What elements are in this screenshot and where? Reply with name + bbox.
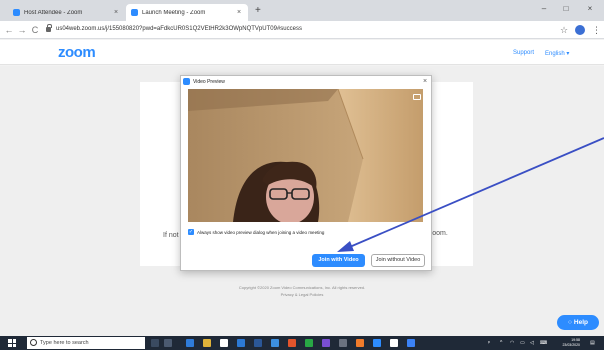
new-tab-icon[interactable]: +: [255, 4, 261, 17]
chrome-active-icon[interactable]: [407, 339, 415, 347]
maximize-icon[interactable]: □: [558, 3, 574, 15]
notifications-icon[interactable]: ▤: [590, 340, 595, 346]
mail-icon[interactable]: [237, 339, 245, 347]
video-preview: [188, 89, 423, 222]
clock-date[interactable]: 23/03/2020: [556, 343, 580, 347]
chrome-icon[interactable]: [305, 339, 313, 347]
taskbar-search-input[interactable]: Type here to search: [27, 337, 145, 349]
always-show-preview-checkbox[interactable]: ✓: [188, 229, 194, 235]
zoom-favicon-icon: [131, 9, 138, 16]
screen: Host Attendee - Zoom × Launch Meeting - …: [0, 0, 604, 350]
browser-tab-strip: Host Attendee - Zoom × Launch Meeting - …: [0, 0, 604, 21]
zoom-app-icon: [183, 78, 190, 85]
help-bubble-icon: ○: [567, 319, 572, 326]
zoom-favicon-icon: [13, 9, 20, 16]
microphone-icon[interactable]: [151, 339, 159, 347]
dialog-title: Video Preview: [193, 79, 225, 85]
edge-browser-icon[interactable]: [186, 339, 194, 347]
tab-close-icon[interactable]: ×: [235, 9, 243, 16]
volume-icon[interactable]: ◁: [530, 340, 534, 346]
switch-camera-icon[interactable]: [413, 94, 421, 100]
firefox-icon[interactable]: [288, 339, 296, 347]
forward-arrow-icon[interactable]: →: [17, 24, 27, 36]
zoom-site-header: zoom Support English ▾: [0, 40, 604, 65]
minimize-icon[interactable]: –: [536, 3, 552, 15]
taskbar-search-placeholder: Type here to search: [40, 340, 89, 346]
keyboard-layout-icon[interactable]: ⌨: [540, 340, 547, 346]
windows-taskbar: Type here to search ᵖ ^ ◠ ▭ ◁ ⌨ 19:58 23…: [0, 336, 604, 350]
background-text-left: If not: [163, 232, 179, 239]
reload-icon[interactable]: C: [30, 24, 40, 36]
menu-kebab-icon[interactable]: ⋮: [592, 24, 601, 36]
dialog-titlebar: Video Preview ×: [181, 76, 431, 88]
tray-chevron-icon[interactable]: ^: [500, 340, 502, 346]
task-view-icon[interactable]: [164, 339, 172, 347]
join-with-video-button[interactable]: Join with Video: [312, 254, 365, 267]
people-icon[interactable]: ᵖ: [488, 340, 490, 346]
copyright-text: Copyright ©2020 Zoom Video Communication…: [238, 285, 366, 290]
cortana-circle-icon: [30, 339, 37, 346]
media-icon[interactable]: [322, 339, 330, 347]
video-preview-dialog: Video Preview × ✓ Always show video prev…: [180, 75, 432, 271]
zoom-taskbar-icon[interactable]: [373, 339, 381, 347]
zoom-logo[interactable]: zoom: [58, 44, 96, 61]
language-selector[interactable]: English ▾: [545, 50, 569, 57]
bookmark-star-icon[interactable]: ☆: [560, 24, 568, 36]
tab-label: Host Attendee - Zoom: [24, 9, 83, 16]
battery-icon[interactable]: ▭: [520, 340, 525, 346]
always-show-preview-label: Always show video preview dialog when jo…: [197, 230, 325, 235]
windows-start-icon[interactable]: [8, 339, 16, 347]
back-arrow-icon[interactable]: ←: [4, 24, 14, 36]
store-icon[interactable]: [220, 339, 228, 347]
tab-label: Launch Meeting - Zoom: [142, 9, 206, 16]
help-button[interactable]: ○ Help: [557, 315, 599, 330]
join-without-video-button[interactable]: Join without Video: [371, 254, 425, 267]
photos-icon[interactable]: [271, 339, 279, 347]
help-label: Help: [573, 319, 589, 326]
photo-viewer-icon[interactable]: [390, 339, 398, 347]
close-icon[interactable]: ×: [423, 77, 427, 86]
support-link[interactable]: Support: [513, 50, 534, 56]
lock-icon[interactable]: [46, 24, 52, 32]
network-icon[interactable]: ◠: [510, 340, 514, 346]
tab-launch-meeting[interactable]: Launch Meeting - Zoom ×: [126, 4, 248, 21]
settings-gear-icon[interactable]: [339, 339, 347, 347]
window-close-icon[interactable]: ×: [582, 3, 598, 15]
camera-feed-image: [188, 89, 423, 222]
tab-close-icon[interactable]: ×: [112, 9, 120, 16]
clock-time[interactable]: 19:58: [556, 338, 580, 342]
profile-avatar-icon[interactable]: [575, 25, 585, 35]
address-bar: ← → C us04web.zoom.us/j/155080820?pwd=aF…: [0, 21, 604, 39]
file-explorer-icon[interactable]: [203, 339, 211, 347]
url-field[interactable]: us04web.zoom.us/j/155080820?pwd=aFdkcUR0…: [56, 26, 302, 32]
tab-host-attendee[interactable]: Host Attendee - Zoom ×: [8, 4, 125, 21]
privacy-legal-link[interactable]: Privacy & Legal Policies: [0, 292, 604, 297]
orange-app-icon[interactable]: [356, 339, 364, 347]
word-icon[interactable]: [254, 339, 262, 347]
